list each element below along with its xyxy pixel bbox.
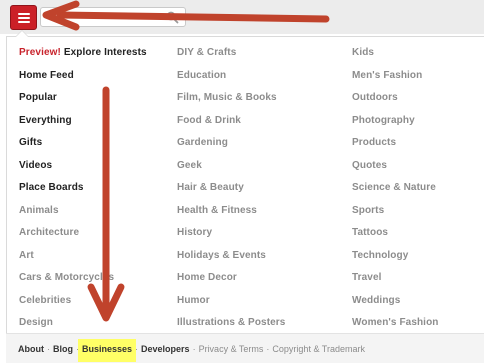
footer-link-copyright-trademark[interactable]: Copyright & Trademark <box>272 344 365 354</box>
menu-item-education[interactable]: Education <box>177 69 285 92</box>
footer-separator: · <box>135 344 139 354</box>
menu-item-outdoors[interactable]: Outdoors <box>352 91 438 114</box>
hamburger-menu-icon-bar <box>18 21 30 23</box>
menu-item-hair-beauty[interactable]: Hair & Beauty <box>177 181 285 204</box>
menu-item-home-decor[interactable]: Home Decor <box>177 271 285 294</box>
menu-item-architecture[interactable]: Architecture <box>19 226 147 249</box>
menu-item-products[interactable]: Products <box>352 136 438 159</box>
footer-separator: · <box>47 344 50 354</box>
hamburger-menu-icon <box>18 13 30 15</box>
category-column-1: Preview! Explore Interests Home Feed Pop… <box>19 46 147 339</box>
menu-item-mens-fashion[interactable]: Men's Fashion <box>352 69 438 92</box>
menu-item-holidays-events[interactable]: Holidays & Events <box>177 249 285 272</box>
menu-item-kids[interactable]: Kids <box>352 46 438 69</box>
footer-links: About·Blog·Businesses·Developers·Privacy… <box>18 339 365 362</box>
preview-badge: Preview! <box>19 47 61 58</box>
footer-separator: · <box>192 344 196 354</box>
search-input[interactable] <box>40 7 186 27</box>
menu-item-travel[interactable]: Travel <box>352 271 438 294</box>
menu-item-popular[interactable]: Popular <box>19 91 147 114</box>
menu-item-explore-interests[interactable]: Preview! Explore Interests <box>19 46 147 69</box>
category-column-2: DIY & Crafts Education Film, Music & Boo… <box>177 46 285 339</box>
hamburger-menu-button[interactable] <box>10 5 37 30</box>
category-column-3: Kids Men's Fashion Outdoors Photography … <box>352 46 438 339</box>
menu-item-gardening[interactable]: Gardening <box>177 136 285 159</box>
menu-item-tattoos[interactable]: Tattoos <box>352 226 438 249</box>
menu-item-celebrities[interactable]: Celebrities <box>19 294 147 317</box>
menu-item-cars-motorcycles[interactable]: Cars & Motorcycles <box>19 271 147 294</box>
menu-item-quotes[interactable]: Quotes <box>352 159 438 182</box>
menu-item-weddings[interactable]: Weddings <box>352 294 438 317</box>
menu-item-videos[interactable]: Videos <box>19 159 147 182</box>
search-icon[interactable] <box>166 11 179 24</box>
menu-item-technology[interactable]: Technology <box>352 249 438 272</box>
menu-item-food-drink[interactable]: Food & Drink <box>177 114 285 137</box>
menu-item-science-nature[interactable]: Science & Nature <box>352 181 438 204</box>
menu-item-everything[interactable]: Everything <box>19 114 147 137</box>
menu-item-health-fitness[interactable]: Health & Fitness <box>177 204 285 227</box>
menu-item-film-music-books[interactable]: Film, Music & Books <box>177 91 285 114</box>
menu-item-photography[interactable]: Photography <box>352 114 438 137</box>
menu-item-home-feed[interactable]: Home Feed <box>19 69 147 92</box>
footer-link-about[interactable]: About <box>18 344 44 354</box>
menu-item-geek[interactable]: Geek <box>177 159 285 182</box>
menu-item-art[interactable]: Art <box>19 249 147 272</box>
menu-item-animals[interactable]: Animals <box>19 204 147 227</box>
menu-item-place-boards[interactable]: Place Boards <box>19 181 147 204</box>
hamburger-menu-icon-bar <box>18 17 30 19</box>
dropdown-footer: About·Blog·Businesses·Developers·Privacy… <box>6 333 484 363</box>
footer-link-businesses[interactable]: Businesses <box>78 339 137 362</box>
menu-item-humor[interactable]: Humor <box>177 294 285 317</box>
menu-item-diy-crafts[interactable]: DIY & Crafts <box>177 46 285 69</box>
menu-item-label: Explore Interests <box>63 47 147 58</box>
menu-item-sports[interactable]: Sports <box>352 204 438 227</box>
footer-link-privacy-terms[interactable]: Privacy & Terms <box>199 344 264 354</box>
footer-link-developers[interactable]: Developers <box>141 344 190 354</box>
menu-item-gifts[interactable]: Gifts <box>19 136 147 159</box>
footer-link-blog[interactable]: Blog <box>53 344 73 354</box>
menu-item-history[interactable]: History <box>177 226 285 249</box>
top-bar <box>0 0 484 34</box>
